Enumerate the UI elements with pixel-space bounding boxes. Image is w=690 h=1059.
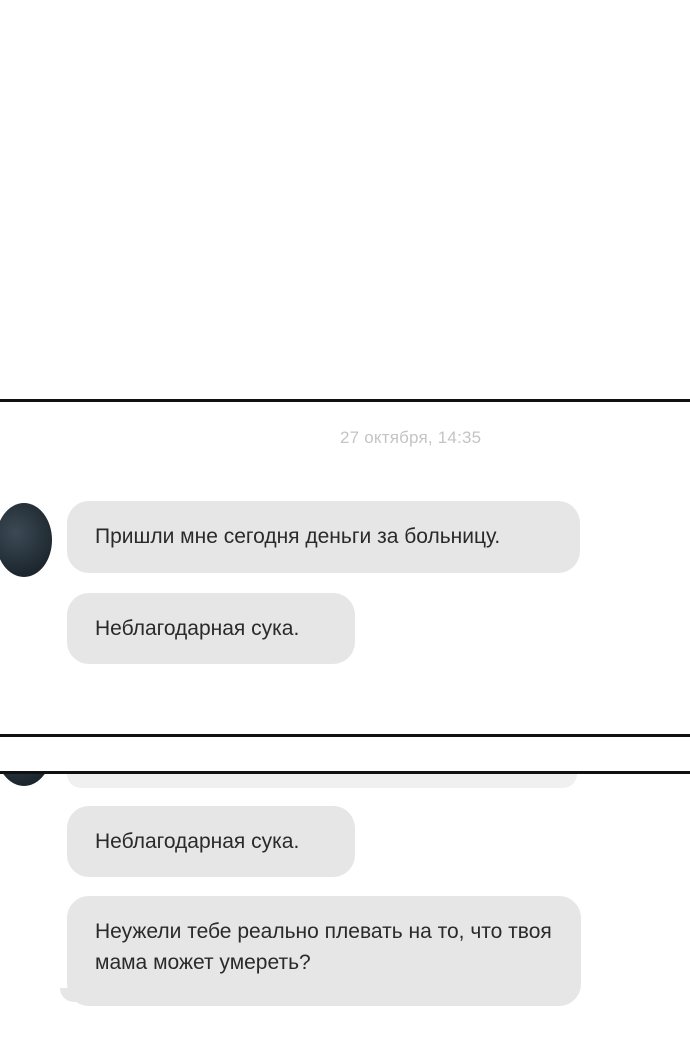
chat-panel-top: 27 октября, 14:35 Пришли мне сегодня ден… bbox=[0, 402, 690, 734]
message-text: Неужели тебе реально плевать на то, что … bbox=[95, 920, 552, 974]
comic-page: 27 октября, 14:35 Пришли мне сегодня ден… bbox=[0, 0, 690, 1059]
incoming-message-bubble[interactable]: Неблагодарная сука. bbox=[67, 806, 355, 877]
message-text: Неблагодарная сука. bbox=[95, 830, 300, 853]
message-timestamp: 27 октября, 14:35 bbox=[340, 428, 482, 447]
message-text: Неблагодарная сука. bbox=[95, 617, 300, 640]
message-bubble-tail bbox=[60, 988, 76, 1002]
chat-panel-bottom: Неблагодарная сука. Неужели тебе реально… bbox=[0, 774, 690, 1059]
cropped-message-bubble bbox=[67, 774, 577, 788]
incoming-message-bubble[interactable]: Неужели тебе реально плевать на то, что … bbox=[67, 896, 581, 1006]
message-text: Пришли мне сегодня деньги за больницу. bbox=[95, 525, 501, 548]
incoming-message-bubble[interactable]: Неблагодарная сука. bbox=[67, 593, 355, 664]
contact-avatar[interactable] bbox=[0, 503, 52, 577]
contact-avatar[interactable] bbox=[0, 774, 52, 786]
panel-border-middle-1 bbox=[0, 734, 690, 737]
incoming-message-bubble[interactable]: Пришли мне сегодня деньги за больницу. bbox=[67, 501, 580, 573]
